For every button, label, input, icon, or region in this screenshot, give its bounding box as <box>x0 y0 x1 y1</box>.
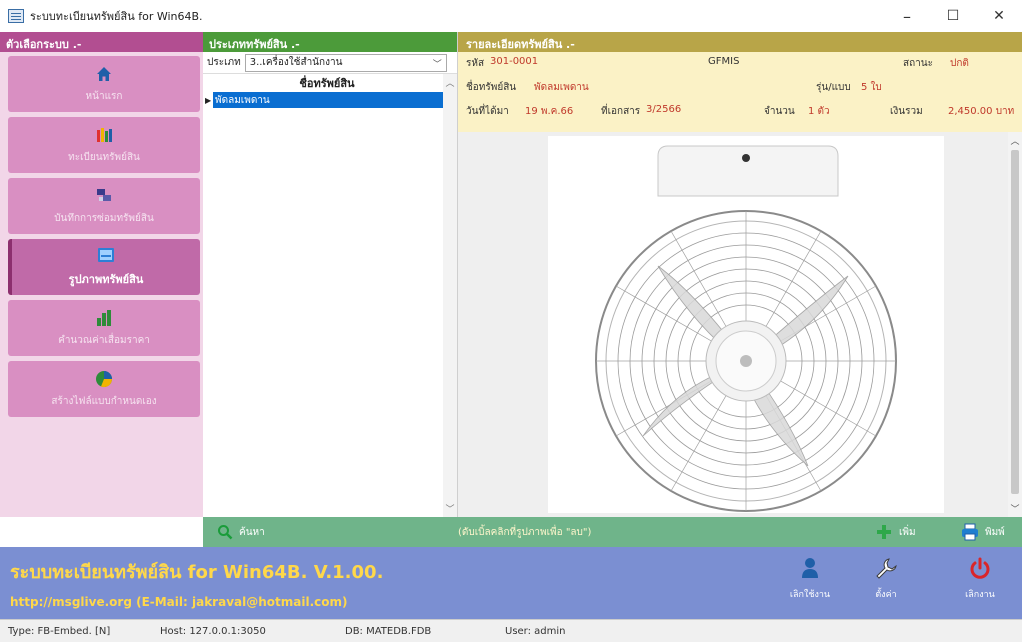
maximize-button[interactable]: ☐ <box>930 0 976 32</box>
logout-button-label: เลิกใช้งาน <box>789 590 831 600</box>
scroll-down-icon[interactable]: ﹀ <box>443 502 457 515</box>
sidebar-item-custom-file[interactable]: สร้างไฟล์แบบกำหนดเอง <box>8 361 200 417</box>
scroll-up-icon[interactable]: ︿ <box>1008 134 1022 147</box>
add-button[interactable]: เพิ่ม <box>875 523 916 541</box>
image-icon <box>98 248 114 262</box>
exit-button-label: เลิกงาน <box>965 590 995 600</box>
sidebar-item-label: สร้างไฟล์แบบกำหนดเอง <box>51 395 157 407</box>
sidebar-item-label: คำนวณค่าเสื่อมราคา <box>58 334 150 346</box>
window-title: ระบบทะเบียนทรัพย์สิน for Win64B. <box>30 10 203 23</box>
footer-banner: ระบบทะเบียนทรัพย์สิน for Win64B. V.1.00.… <box>0 547 1022 619</box>
acquired-date-label: วันที่ได้มา <box>466 106 509 117</box>
code-value: 301-0001 <box>490 56 539 67</box>
home-icon <box>97 66 111 81</box>
sidebar-item-repair[interactable]: บันทึกการซ่อมทรัพย์สิน <box>8 178 200 234</box>
close-button[interactable]: ✕ <box>976 0 1022 32</box>
sidebar-item-label: ทะเบียนทรัพย์สิน <box>68 151 140 163</box>
sidebar-item-label: บันทึกการซ่อมทรัพย์สิน <box>54 212 154 224</box>
quantity-value: 1 ตัว <box>808 106 830 117</box>
delete-hint: (ดับเบิ้ลคลิกที่รูปภาพเพื่อ "ลบ") <box>458 526 592 538</box>
exit-button[interactable]: เลิกงาน <box>950 557 1010 601</box>
type-filter-row: ประเภท 3..เครื่องใช้สำนักงาน ﹀ <box>203 52 457 74</box>
print-button[interactable]: พิมพ์ <box>961 523 1005 541</box>
add-button-label: เพิ่ม <box>899 526 916 538</box>
app-icon <box>8 9 24 23</box>
asset-type-panel: ประเภททรัพย์สิน .- ประเภท 3..เครื่องใช้ส… <box>203 32 458 517</box>
table-row[interactable]: ▶ พัดลมเพดาน <box>203 92 457 108</box>
status-bar: Type: FB-Embed. [N] Host: 127.0.0.1:3050… <box>0 619 1022 642</box>
row-pointer-icon: ▶ <box>205 95 212 105</box>
asset-detail-panel: รายละเอียดทรัพย์สิน .- รหัส 301-0001 GFM… <box>458 32 1022 517</box>
power-icon <box>970 557 990 579</box>
plus-icon <box>877 525 891 539</box>
chevron-down-icon: ﹀ <box>432 59 442 70</box>
sidebar-item-home[interactable]: หน้าแรก <box>8 56 200 112</box>
status-db: DB: MATEDB.FDB <box>345 625 432 637</box>
title-bar: ระบบทะเบียนทรัพย์สิน for Win64B. – ☐ ✕ <box>0 0 1022 32</box>
asset-name-cell[interactable]: พัดลมเพดาน <box>213 92 443 108</box>
asset-photo[interactable] <box>548 136 944 513</box>
sidebar-item-label: รูปภาพทรัพย์สิน <box>68 273 144 286</box>
sidebar-item-depreciation[interactable]: คำนวณค่าเสื่อมราคา <box>8 300 200 356</box>
document-value: 3/2566 <box>646 104 682 115</box>
sidebar-item-registry[interactable]: ทะเบียนทรัพย์สิน <box>8 117 200 173</box>
scroll-down-icon[interactable]: ﹀ <box>1008 502 1022 515</box>
action-toolbar: ค้นหา (ดับเบิ้ลคลิกที่รูปภาพเพื่อ "ลบ") … <box>203 517 1022 547</box>
minimize-button[interactable]: – <box>884 0 930 32</box>
sidebar-item-images[interactable]: รูปภาพทรัพย์สิน <box>8 239 200 295</box>
wrench-icon <box>876 558 897 579</box>
search-button[interactable]: ค้นหา <box>217 524 265 540</box>
status-value: ปกติ <box>950 58 969 69</box>
model-label: รุ่น/แบบ <box>816 82 851 93</box>
repair-icon <box>97 188 111 201</box>
ceiling-fan-image <box>595 145 897 512</box>
asset-photo-area[interactable] <box>458 132 1022 517</box>
acquired-date-value: 19 พ.ค.66 <box>525 106 574 117</box>
asset-name-column-header[interactable]: ชื่อทรัพย์สิน <box>213 74 441 92</box>
sidebar-item-label: หน้าแรก <box>85 90 123 102</box>
pie-chart-icon <box>96 370 113 387</box>
scroll-up-icon[interactable]: ︿ <box>443 76 457 89</box>
type-label: ประเภท <box>207 57 241 68</box>
bar-chart-icon <box>97 309 111 326</box>
sidebar-header: ตัวเลือกระบบ .- <box>0 32 203 52</box>
asset-type-header: ประเภททรัพย์สิน .- <box>203 32 457 52</box>
printer-icon <box>962 523 978 541</box>
search-icon <box>218 525 233 540</box>
quantity-label: จำนวน <box>764 106 795 117</box>
sidebar: ตัวเลือกระบบ .- หน้าแรก ทะเบียนทรัพย์สิน… <box>0 32 203 517</box>
search-button-label: ค้นหา <box>239 526 265 538</box>
print-button-label: พิมพ์ <box>985 526 1005 538</box>
total-label: เงินรวม <box>890 106 923 117</box>
asset-name-value: พัดลมเพดาน <box>534 82 589 93</box>
contact-info: http://msglive.org (E-Mail: jakraval@hot… <box>10 595 348 609</box>
photo-scrollbar[interactable]: ︿ ﹀ <box>1008 132 1022 517</box>
logout-button[interactable]: เลิกใช้งาน <box>780 557 840 601</box>
status-host: Host: 127.0.0.1:3050 <box>160 625 266 637</box>
asset-detail-header: รายละเอียดทรัพย์สิน .- <box>458 32 1022 52</box>
asset-name-label: ชื่อทรัพย์สิน <box>466 82 517 93</box>
document-label: ที่เอกสาร <box>601 106 641 117</box>
user-icon <box>802 558 818 578</box>
settings-button[interactable]: ตั้งค่า <box>856 557 916 601</box>
asset-info-bar: รหัส 301-0001 GFMIS สถานะ ปกติ ชื่อทรัพย… <box>458 52 1022 132</box>
gfmis-label: GFMIS <box>708 56 740 67</box>
code-label: รหัส <box>466 58 485 69</box>
status-user: User: admin <box>505 625 566 637</box>
settings-button-label: ตั้งค่า <box>875 590 897 600</box>
type-select[interactable]: 3..เครื่องใช้สำนักงาน ﹀ <box>244 53 447 72</box>
type-select-value: 3..เครื่องใช้สำนักงาน <box>249 57 343 68</box>
status-type: Type: FB-Embed. [N] <box>8 625 111 637</box>
asset-list-scrollbar[interactable]: ︿ ﹀ <box>443 74 457 517</box>
app-version-title: ระบบทะเบียนทรัพย์สิน for Win64B. V.1.00. <box>10 562 384 583</box>
scrollbar-thumb[interactable] <box>1011 150 1019 494</box>
books-icon <box>97 127 112 142</box>
model-value: 5 ใบ <box>861 82 882 93</box>
window-controls: – ☐ ✕ <box>884 0 1022 32</box>
status-label: สถานะ <box>903 58 933 69</box>
total-value: 2,450.00 บาท <box>948 106 1015 117</box>
